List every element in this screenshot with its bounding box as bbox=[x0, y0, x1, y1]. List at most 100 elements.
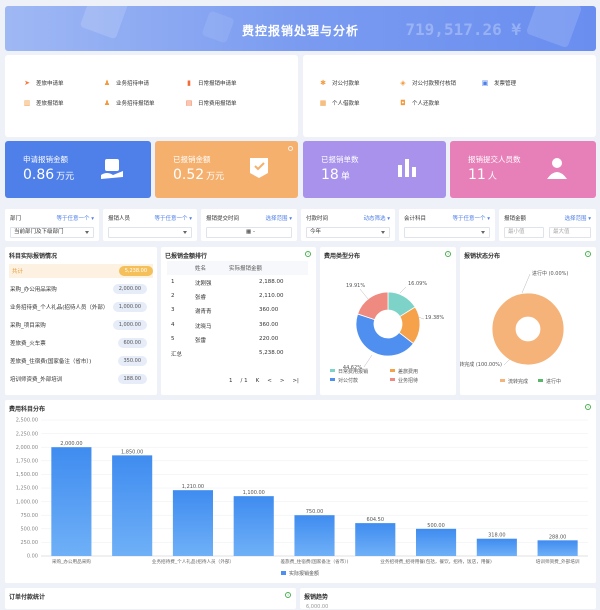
calendar-icon: ▦ bbox=[246, 229, 253, 235]
bar-value-label: 750.00 bbox=[306, 509, 324, 515]
panel-title: 科目实际报销情况 bbox=[9, 253, 58, 260]
pager-last-button[interactable]: >| bbox=[292, 378, 298, 384]
bar[interactable] bbox=[476, 538, 517, 556]
table-row: 3 谢青青 360.00 bbox=[167, 304, 308, 318]
bar[interactable] bbox=[233, 496, 274, 556]
bar[interactable] bbox=[112, 455, 153, 556]
subject-panel: 科目实际报销情况 共计 5,238.00 采购_办公用品采购 2,000.00 业务招待… bbox=[5, 247, 157, 395]
subject-name: 差旅费_住宿费(国家备注（省市）) bbox=[10, 359, 92, 365]
filter-input[interactable]: ▦ - bbox=[206, 227, 292, 238]
pager-next-button[interactable]: > bbox=[280, 378, 285, 384]
subject-name: 培训师资费_外部培训 bbox=[10, 377, 63, 383]
subject-name: 采购_办公用品采购 bbox=[10, 287, 57, 293]
quick-link-label: 发票管理 bbox=[494, 81, 517, 87]
legend-swatch bbox=[330, 369, 335, 372]
quick-link-4[interactable]: ♟ 业务招待报销单 bbox=[103, 99, 155, 107]
pager-prev-button[interactable]: < bbox=[267, 378, 272, 384]
list-item: 差旅费_火车票 600.00 bbox=[10, 336, 147, 350]
quick-link-label: 个人借款单 bbox=[332, 101, 360, 107]
pie-slice[interactable] bbox=[357, 291, 389, 321]
row-amount: 2,110.00 bbox=[259, 293, 284, 300]
subject-bar-panel: 费用科目分布 i 0.00 250.00 500.00 750.00 1,000.00 1… bbox=[5, 400, 596, 583]
send-icon: ➤ bbox=[24, 79, 30, 87]
kpi-label: 报销提交人员数 bbox=[468, 155, 521, 164]
filter-mode-dropdown[interactable]: 动态筛选 ▾ bbox=[363, 214, 390, 222]
list-item: 共计 5,238.00 bbox=[9, 264, 153, 278]
x-tick-label: 培训师资费_外部培训 bbox=[536, 558, 580, 565]
row-name: 谢青青 bbox=[195, 309, 212, 316]
table-header: 姓名 实际报销金额 bbox=[167, 261, 308, 275]
filter-mode-dropdown[interactable]: 等于任意一个 ▾ bbox=[452, 214, 490, 222]
info-icon[interactable]: i bbox=[285, 592, 291, 598]
subject-name: 共计 bbox=[12, 269, 24, 275]
filter-input[interactable] bbox=[404, 227, 490, 238]
filter-0: 部门 等于任意一个 ▾ 当前部门及下级部门 bbox=[5, 209, 99, 241]
pager-current[interactable]: 1 bbox=[229, 378, 233, 384]
legend-swatch bbox=[390, 369, 395, 372]
filter-input[interactable]: 今年 bbox=[306, 227, 390, 238]
filter-input[interactable]: 当前部门及下级部门 bbox=[10, 227, 94, 238]
hand-bag-icon bbox=[101, 159, 123, 179]
row-amount: 220.00 bbox=[259, 335, 279, 342]
bar[interactable] bbox=[415, 528, 457, 556]
document-icon: ▤ bbox=[185, 99, 193, 107]
quick-link-0[interactable]: ✱ 对公付款单 bbox=[319, 79, 359, 87]
table-row: 2 张睿 2,110.00 bbox=[167, 290, 308, 304]
info-icon[interactable] bbox=[288, 146, 293, 151]
pagination: 1 / 1 K < > >| bbox=[229, 378, 299, 384]
pie-slice[interactable] bbox=[491, 292, 565, 366]
row-index: 3 bbox=[171, 307, 175, 314]
max-value-input[interactable]: 最大值 bbox=[549, 227, 591, 238]
tag-icon: ◈ bbox=[400, 79, 406, 87]
pager-first-button[interactable]: K bbox=[256, 378, 260, 384]
leader-line bbox=[399, 286, 407, 294]
filter-mode-dropdown[interactable]: 等于任意一个 ▾ bbox=[56, 214, 94, 222]
quick-link-2[interactable]: ▣ 发票管理 bbox=[481, 79, 516, 87]
filter-mode: 选择范围 bbox=[564, 216, 587, 222]
info-icon[interactable]: i bbox=[305, 251, 311, 257]
filter-label: 付款时间 bbox=[306, 216, 329, 222]
bar[interactable] bbox=[355, 523, 396, 556]
quick-link-1[interactable]: ◈ 对公付款预付核销 bbox=[399, 79, 456, 87]
legend-label: 日常费用报销 bbox=[338, 368, 368, 375]
quick-link-label: 差旅报销单 bbox=[36, 101, 64, 107]
quick-link-4[interactable]: ◘ 个人还款单 bbox=[399, 99, 439, 107]
banner-amount: 719,517.26 ¥ bbox=[405, 20, 521, 39]
bar[interactable] bbox=[537, 540, 578, 556]
people-icon: ♟ bbox=[103, 99, 111, 107]
quick-link-label: 业务招待报销单 bbox=[116, 101, 155, 107]
quick-link-3[interactable]: ▦ 个人借款单 bbox=[319, 99, 360, 107]
column-header-name: 姓名 bbox=[195, 266, 207, 272]
subject-amount: 350.00 bbox=[117, 356, 147, 366]
filter-input[interactable] bbox=[108, 227, 192, 238]
panel-title: 订单付款统计 bbox=[9, 594, 46, 601]
quick-link-2[interactable]: ▮ 日常报销申请单 bbox=[185, 79, 236, 87]
expense-type-pie-chart: 16.09%19.38%44.62%19.91%日常费用报销 差旅费用对公付款 业务… bbox=[330, 281, 444, 384]
kpi-label: 已报销单数 bbox=[321, 155, 359, 164]
filter-mode-dropdown[interactable]: 等于任意一个 ▾ bbox=[154, 214, 192, 222]
bar[interactable] bbox=[51, 447, 92, 556]
quick-link-5[interactable]: ▤ 日常费用报销单 bbox=[185, 99, 237, 107]
chevron-down-icon: ▾ bbox=[385, 216, 390, 222]
kpi-value: 18 单 bbox=[321, 167, 350, 183]
kpi-card-3: 报销提交人员数 11 人 bbox=[450, 141, 596, 198]
y-tick-label: 1,750.00 bbox=[16, 459, 38, 465]
quick-link-1[interactable]: ♟ 业务招待申请 bbox=[103, 79, 149, 87]
row-amount: 360.00 bbox=[259, 307, 279, 314]
filter-mode-dropdown[interactable]: 选择范围 ▾ bbox=[265, 214, 292, 222]
wallet-icon: ▦ bbox=[319, 99, 327, 107]
legend-swatch bbox=[281, 571, 286, 575]
expense-trend-panel: 报销趋势 6,000.00 bbox=[300, 588, 596, 610]
kpi-number: 18 bbox=[321, 167, 339, 183]
bar[interactable] bbox=[172, 490, 214, 556]
status-pie-chart: 流转完成 (100.00%) 进行中 (0.00%) 流转完成 进行中 bbox=[460, 270, 568, 385]
min-value-input[interactable]: 最小值 bbox=[504, 227, 544, 238]
chevron-down-icon: ▾ bbox=[485, 216, 490, 222]
filter-mode-dropdown[interactable]: 选择范围 ▾ bbox=[564, 214, 591, 222]
quick-link-0[interactable]: ➤ 差旅申请单 bbox=[23, 79, 63, 87]
pie-value-label: 16.09% bbox=[408, 281, 427, 287]
filter-value: 今年 bbox=[310, 229, 322, 235]
quick-link-3[interactable]: ▥ 差旅报销单 bbox=[23, 99, 64, 107]
bar[interactable] bbox=[294, 515, 335, 556]
x-tick-label: 差旅费_住宿费(国家备注（省市）) bbox=[281, 558, 349, 565]
